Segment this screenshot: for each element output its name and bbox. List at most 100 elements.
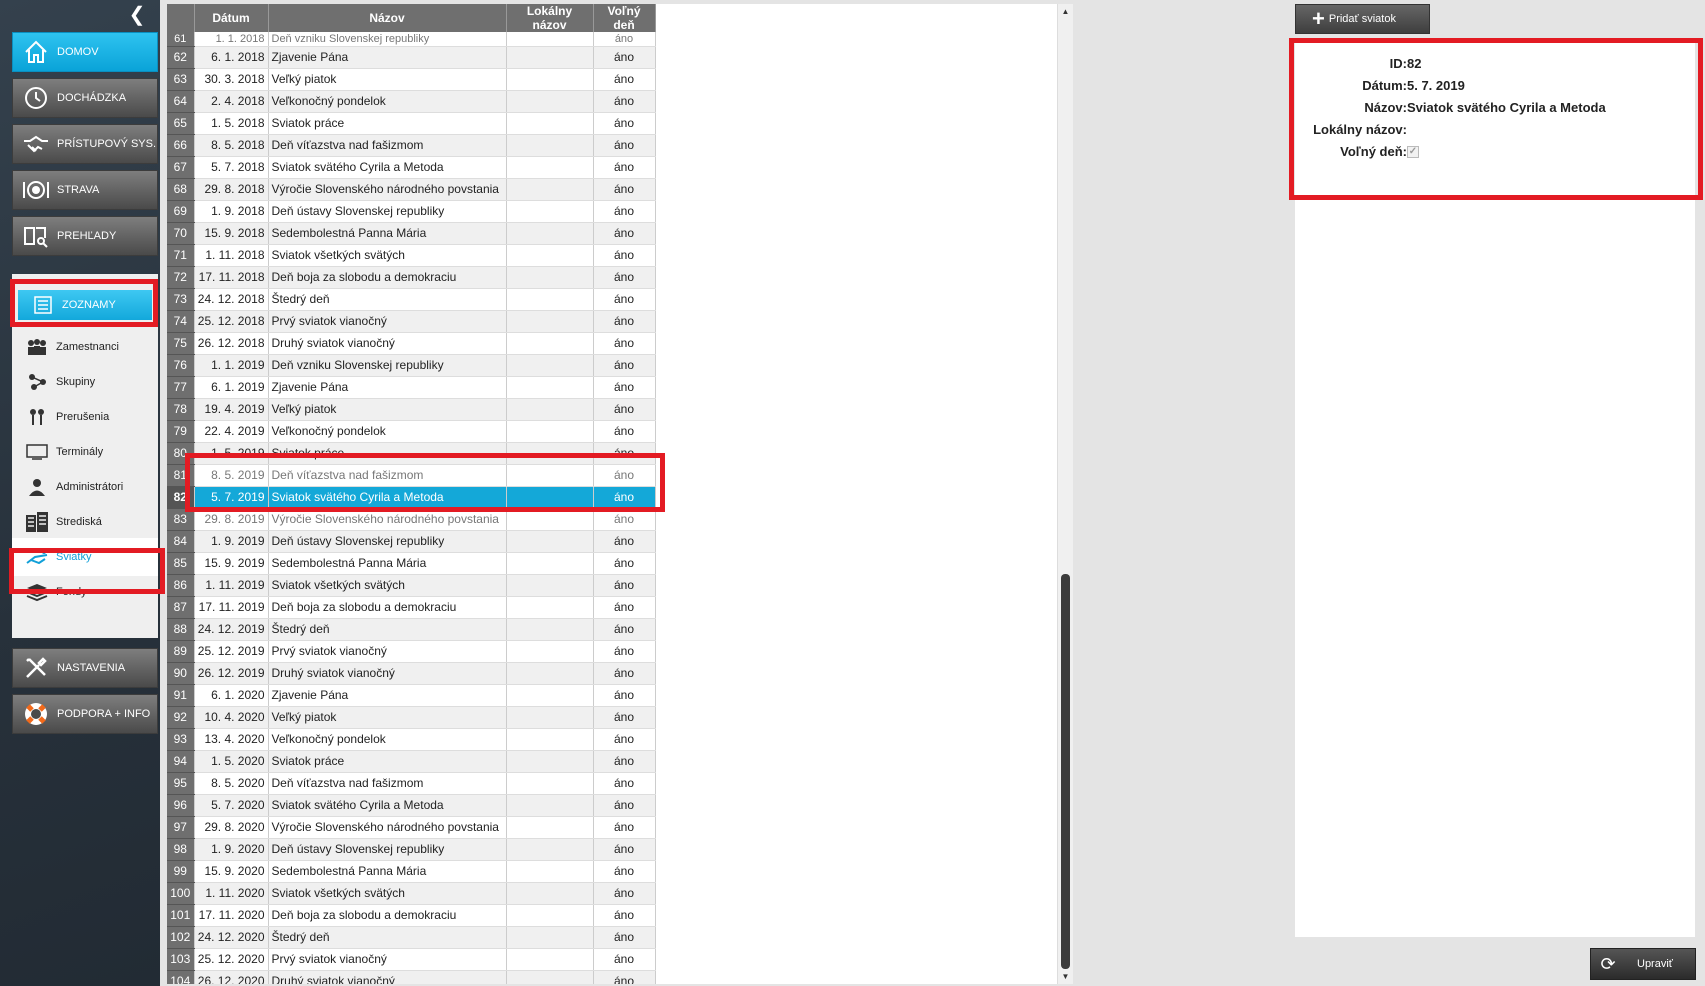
sidebar-item-sviatky[interactable]: Sviatky [12, 538, 158, 576]
local-name-cell [506, 530, 594, 553]
table-row[interactable]: 71 1. 11. 2018 Sviatok všetkých svätých áno [167, 244, 656, 267]
column-header-date[interactable]: Dátum [194, 4, 269, 32]
sidebar-item-label: Strediská [56, 516, 102, 528]
table-row[interactable]: 83 29. 8. 2019 Výročie Slovenského národné… [167, 508, 656, 531]
scroll-down-arrow-icon[interactable]: ▼ [1058, 969, 1073, 984]
row-number-cell: 83 [167, 508, 195, 531]
sidebar-item-terminaly[interactable]: Terminály [12, 433, 158, 471]
table-row[interactable]: 92 10. 4. 2020 Veľký piatok áno [167, 706, 656, 729]
table-row[interactable]: 96 5. 7. 2020 Sviatok svätého Cyrila a Met… [167, 794, 656, 817]
table-row[interactable]: 90 26. 12. 2019 Druhý sviatok vianočný áno [167, 662, 656, 685]
table-row[interactable]: 104 26. 12. 2020 Druhý sviatok vianočný áno [167, 970, 656, 984]
detail-id-row: ID: 82 [1295, 56, 1695, 76]
table-row[interactable]: 98 1. 9. 2020 Deň ústavy Slovenskej republ… [167, 838, 656, 861]
column-header-local-name[interactable]: Lokálny názov [506, 4, 594, 32]
nav-prehlady[interactable]: PREHĽADY [12, 216, 158, 256]
table-row[interactable]: 100 1. 11. 2020 Sviatok všetkých svätých án… [167, 882, 656, 905]
row-number-cell: 97 [167, 816, 195, 839]
table-row[interactable]: 93 13. 4. 2020 Veľkonočný pondelok áno [167, 728, 656, 751]
row-number-cell: 103 [167, 948, 195, 971]
table-row[interactable]: 73 24. 12. 2018 Štedrý deň áno [167, 288, 656, 311]
book-search-icon [21, 221, 51, 251]
table-row[interactable]: 67 5. 7. 2018 Sviatok svätého Cyrila a Met… [167, 156, 656, 179]
table-row[interactable]: 74 25. 12. 2018 Prvý sviatok vianočný áno [167, 310, 656, 333]
table-row[interactable]: 62 6. 1. 2018 Zjavenie Pána áno [167, 46, 656, 69]
table-row[interactable]: 97 29. 8. 2020 Výročie Slovenského národné… [167, 816, 656, 839]
table-row[interactable]: 95 8. 5. 2020 Deň víťazstva nad fašizmom án… [167, 772, 656, 795]
nav-pristupovy[interactable]: PRÍSTUPOVÝ SYS. [12, 124, 158, 164]
column-header-name[interactable]: Názov [268, 4, 507, 32]
table-row[interactable]: 61 1. 1. 2018 Deň vzniku Slovenskej republ… [167, 32, 656, 47]
table-row[interactable]: 66 8. 5. 2018 Deň víťazstva nad fašizmom án… [167, 134, 656, 157]
date-cell: 5. 7. 2018 [194, 156, 269, 179]
date-cell: 1. 9. 2018 [194, 200, 269, 223]
name-cell: Deň víťazstva nad fašizmom [268, 464, 507, 487]
table-row[interactable]: 91 6. 1. 2020 Zjavenie Pána áno [167, 684, 656, 707]
sidebar-item-strediska[interactable]: Strediská [12, 503, 158, 541]
table-row[interactable]: 87 17. 11. 2019 Deň boja za slobodu a demo… [167, 596, 656, 619]
table-row[interactable]: 89 25. 12. 2019 Prvý sviatok vianočný áno [167, 640, 656, 663]
row-number-cell: 74 [167, 310, 195, 333]
sidebar-item-skupiny[interactable]: Skupiny [12, 363, 158, 401]
name-cell: Výročie Slovenského národného povstania [268, 508, 507, 531]
nav-zoznamy[interactable]: ZOZNAMY [18, 290, 152, 320]
chevron-left-icon[interactable]: ❮ [126, 4, 148, 26]
row-number-cell: 102 [167, 926, 195, 949]
free-day-cell: áno [593, 178, 656, 201]
sidebar-item-zamestnanci[interactable]: Zamestnanci [12, 328, 158, 366]
table-row[interactable]: 101 17. 11. 2020 Deň boja za slobodu a dem… [167, 904, 656, 927]
row-number-cell: 65 [167, 112, 195, 135]
table-row[interactable]: 76 1. 1. 2019 Deň vzniku Slovenskej republ… [167, 354, 656, 377]
nav-podpora-label: PODPORA + INFO [57, 708, 151, 720]
table-row[interactable]: 65 1. 5. 2018 Sviatok práce áno [167, 112, 656, 135]
scroll-up-arrow-icon[interactable]: ▲ [1058, 4, 1073, 19]
table-row[interactable]: 72 17. 11. 2018 Deň boja za slobodu a demo… [167, 266, 656, 289]
table-row[interactable]: 85 15. 9. 2019 Sedembolestná Panna Mária án… [167, 552, 656, 575]
edit-button[interactable]: ⟳ Upraviť [1590, 948, 1696, 980]
scrollbar-thumb[interactable] [1061, 574, 1070, 969]
table-row[interactable]: 68 29. 8. 2018 Výročie Slovenského národné… [167, 178, 656, 201]
nav-zoznamy-label: ZOZNAMY [62, 299, 116, 311]
table-scrollbar[interactable]: ▲ ▼ [1057, 4, 1073, 984]
free-day-cell: áno [593, 838, 656, 861]
nav-domov[interactable]: DOMOV [12, 32, 158, 72]
free-day-cell: áno [593, 156, 656, 179]
local-name-cell [506, 882, 594, 905]
table-row[interactable]: 103 25. 12. 2020 Prvý sviatok vianočný áno [167, 948, 656, 971]
table-row[interactable]: 75 26. 12. 2018 Druhý sviatok vianočný áno [167, 332, 656, 355]
table-row[interactable]: 80 1. 5. 2019 Sviatok práce áno [167, 442, 656, 465]
sidebar-item-fondy[interactable]: Fondy [12, 573, 158, 611]
table-row[interactable]: 99 15. 9. 2020 Sedembolestná Panna Mária án… [167, 860, 656, 883]
table-row[interactable]: 79 22. 4. 2019 Veľkonočný pondelok áno [167, 420, 656, 443]
local-name-cell [506, 420, 594, 443]
table-row[interactable]: 69 1. 9. 2018 Deň ústavy Slovenskej republ… [167, 200, 656, 223]
row-number-cell: 72 [167, 266, 195, 289]
home-icon [21, 37, 51, 67]
sidebar-item-administratori[interactable]: Administrátori [12, 468, 158, 506]
nav-strava[interactable]: STRAVA [12, 170, 158, 210]
table-row[interactable]: 77 6. 1. 2019 Zjavenie Pána áno [167, 376, 656, 399]
table-row[interactable]: 81 8. 5. 2019 Deň víťazstva nad fašizmom án… [167, 464, 656, 487]
sidebar-item-prerusenia[interactable]: Prerušenia [12, 398, 158, 436]
local-name-cell [506, 706, 594, 729]
nav-nastavenia[interactable]: NASTAVENIA [12, 648, 158, 688]
detail-local-name-label: Lokálny názov: [1313, 122, 1407, 137]
table-row[interactable]: 70 15. 9. 2018 Sedembolestná Panna Mária án… [167, 222, 656, 245]
table-row[interactable]: 63 30. 3. 2018 Veľký piatok áno [167, 68, 656, 91]
column-header-free-day[interactable]: Voľný deň [593, 4, 656, 32]
table-row[interactable]: 102 24. 12. 2020 Štedrý deň áno [167, 926, 656, 949]
table-row[interactable]: 86 1. 11. 2019 Sviatok všetkých svätých áno [167, 574, 656, 597]
nav-podpora[interactable]: PODPORA + INFO [12, 694, 158, 734]
detail-date-row: Dátum: 5. 7. 2019 [1295, 78, 1695, 98]
nav-dochadzka[interactable]: DOCHÁDZKA [12, 78, 158, 118]
table-row[interactable]: 82 5. 7. 2019 Sviatok svätého Cyrila a Met… [167, 486, 656, 509]
table-row[interactable]: 94 1. 5. 2020 Sviatok práce áno [167, 750, 656, 773]
table-row[interactable]: 78 19. 4. 2019 Veľký piatok áno [167, 398, 656, 421]
add-holiday-button[interactable]: + Pridať sviatok [1295, 4, 1430, 34]
nav-strava-label: STRAVA [57, 184, 100, 196]
sidebar-item-label: Skupiny [56, 376, 96, 388]
date-cell: 26. 12. 2019 [194, 662, 269, 685]
table-row[interactable]: 84 1. 9. 2019 Deň ústavy Slovenskej republ… [167, 530, 656, 553]
table-row[interactable]: 64 2. 4. 2018 Veľkonočný pondelok áno [167, 90, 656, 113]
table-row[interactable]: 88 24. 12. 2019 Štedrý deň áno [167, 618, 656, 641]
